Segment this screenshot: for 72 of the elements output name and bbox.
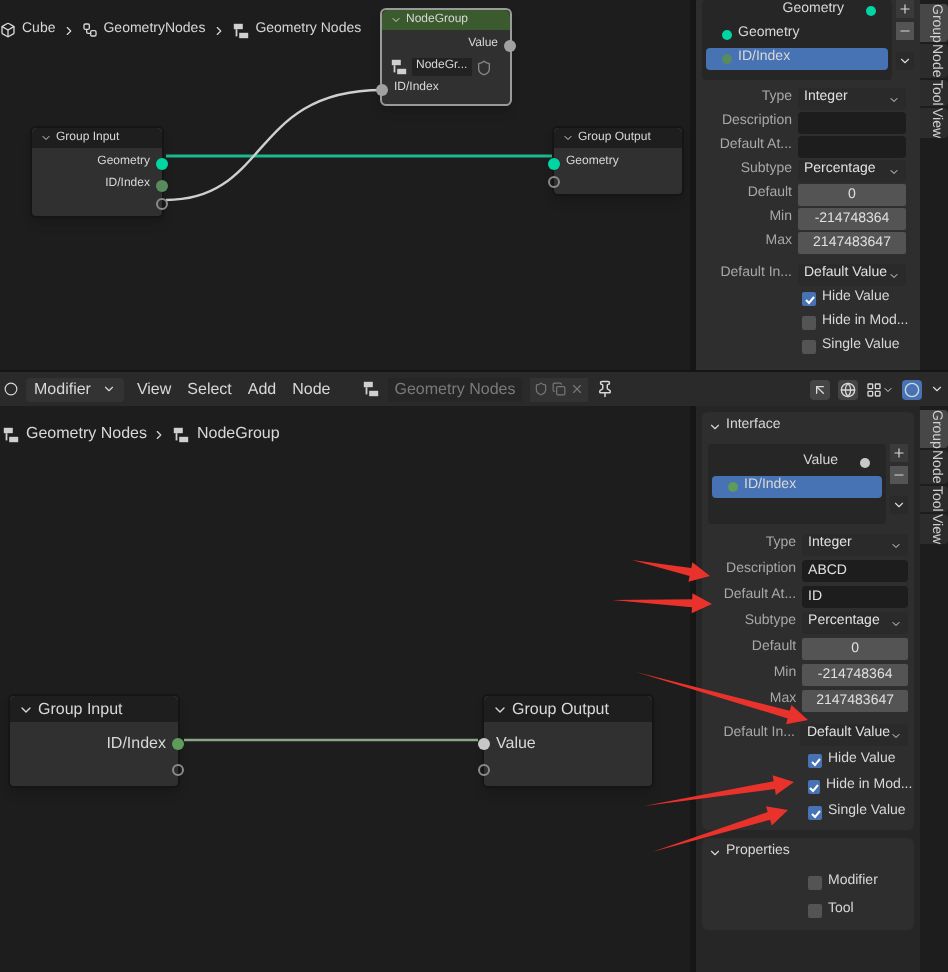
chevron-down-icon — [890, 539, 902, 551]
socket-icon[interactable] — [504, 39, 516, 51]
remove-icon[interactable] — [896, 22, 914, 40]
cube-icon — [0, 22, 16, 39]
chevron-down-icon[interactable] — [930, 382, 944, 396]
checkbox[interactable] — [808, 754, 822, 768]
socket-icon[interactable] — [156, 179, 168, 191]
node-tree-icon — [172, 425, 191, 443]
node-card[interactable]: Group Input ID/Index — [8, 694, 180, 788]
node-tree-icon — [2, 425, 20, 443]
chevron-down-icon — [888, 93, 900, 105]
checkbox[interactable] — [808, 780, 820, 794]
chevron-down-icon — [890, 617, 902, 629]
menu-item[interactable]: View — [132, 377, 176, 401]
socket-label: ID/Index — [106, 732, 166, 756]
chevron-down-icon — [890, 729, 902, 741]
globe-icon[interactable] — [838, 379, 858, 399]
shield-icon[interactable] — [533, 382, 548, 396]
menu-item[interactable]: Add — [243, 377, 281, 401]
check-icon — [809, 807, 821, 819]
add-icon[interactable] — [890, 444, 908, 462]
checkbox[interactable] — [802, 316, 816, 330]
checkbox[interactable] — [802, 292, 816, 306]
socket-icon[interactable] — [548, 176, 560, 188]
shield-icon[interactable] — [475, 59, 492, 75]
chevron-right-icon — [211, 23, 226, 38]
tree-name-field[interactable]: Geometry Nodes — [388, 377, 522, 401]
chevron-down-icon[interactable] — [890, 496, 908, 514]
socket-icon[interactable] — [376, 83, 388, 95]
node-title: Group Input — [38, 697, 123, 721]
breadcrumb-item[interactable]: NodeGroup — [196, 422, 280, 446]
overlay-icon[interactable] — [902, 379, 922, 399]
pin-icon[interactable] — [595, 380, 614, 398]
chevron-down-icon — [888, 269, 900, 281]
collapse-icon[interactable] — [708, 419, 722, 433]
checkbox[interactable] — [808, 806, 822, 820]
socket-icon[interactable] — [172, 764, 184, 776]
annotation-arrow — [632, 560, 710, 582]
check-icon — [809, 755, 821, 767]
chevron-down-icon — [888, 165, 900, 177]
checkbox[interactable] — [802, 340, 816, 354]
node-tree-icon — [390, 58, 408, 76]
parent-icon[interactable] — [810, 379, 830, 399]
menu-item[interactable]: Select — [183, 377, 236, 401]
chevron-down-icon[interactable] — [896, 52, 914, 70]
chevron-down-icon — [102, 382, 117, 396]
chevron-right-icon — [152, 427, 167, 441]
add-icon[interactable] — [896, 0, 914, 18]
chevron-right-icon — [61, 23, 76, 38]
socket-icon[interactable] — [156, 198, 168, 210]
checkbox[interactable] — [808, 904, 822, 918]
node-card[interactable]: Group Output Value — [482, 694, 654, 788]
socket-icon[interactable] — [478, 738, 490, 750]
remove-icon[interactable] — [890, 466, 908, 484]
socket-icon[interactable] — [172, 738, 184, 750]
node-tree-icon — [231, 21, 250, 40]
menu-item[interactable]: Node — [288, 377, 335, 401]
node-title: Group Output — [512, 697, 609, 721]
socket-label: Value — [496, 732, 536, 756]
socket-icon[interactable] — [548, 157, 560, 169]
socket-icon[interactable] — [478, 764, 490, 776]
checkbox[interactable] — [808, 876, 822, 890]
check-icon — [808, 781, 820, 793]
check-icon — [803, 293, 815, 305]
collapse-icon[interactable] — [708, 845, 722, 859]
close-icon[interactable] — [569, 382, 584, 396]
nodes-icon — [81, 22, 98, 39]
breadcrumb-item[interactable]: Geometry Nodes — [26, 422, 147, 446]
socket-icon[interactable] — [156, 157, 168, 169]
mode-dropdown[interactable]: Modifier — [26, 377, 125, 401]
copy-icon[interactable] — [551, 382, 566, 396]
annotation-arrow — [612, 593, 712, 614]
